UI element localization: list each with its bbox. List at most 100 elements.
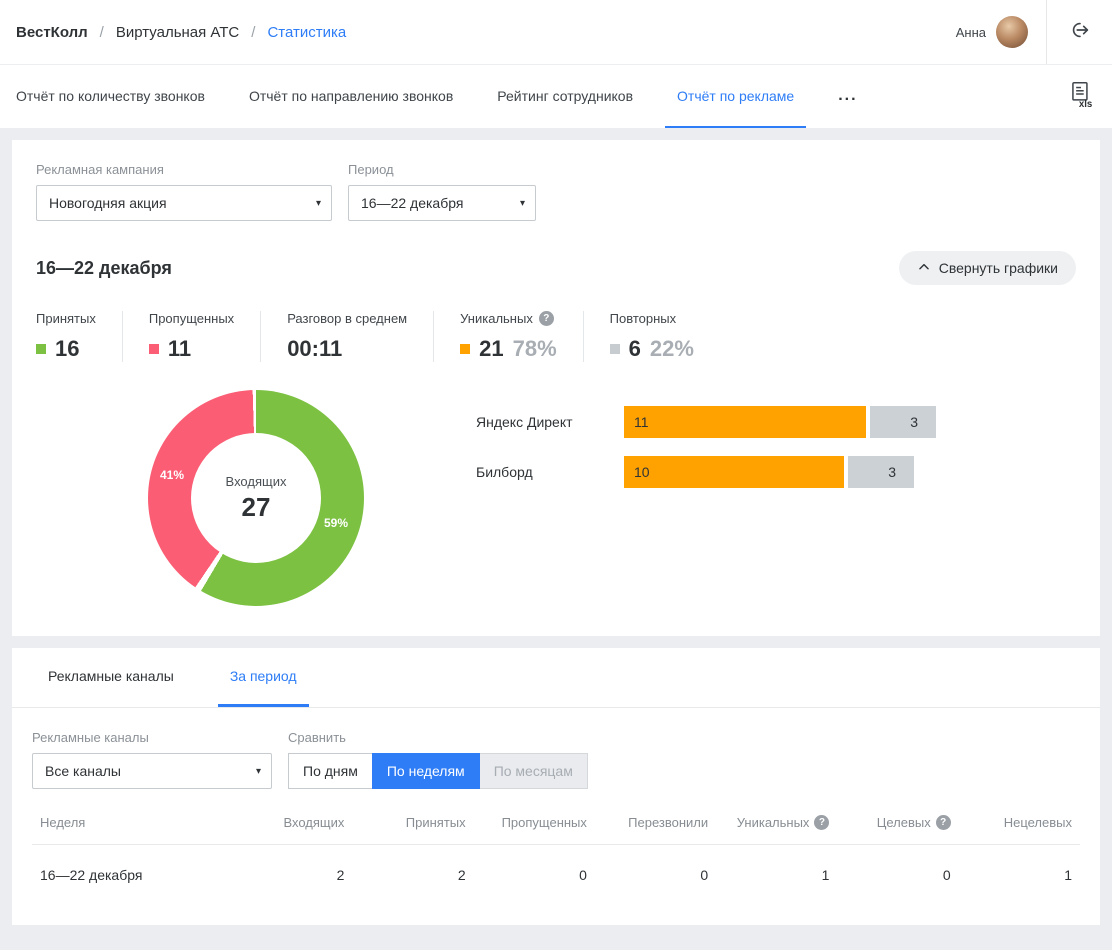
stat-value: 21	[479, 336, 503, 362]
filters-row: Рекламная кампания Новогодняя акция ▾ Пе…	[36, 162, 1076, 221]
col-unique: Уникальных ?	[716, 805, 837, 845]
breadcrumb-item-statistics[interactable]: Статистика	[267, 24, 346, 41]
donut-center: Входящих 27	[191, 433, 321, 563]
period-select-value: 16—22 декабря	[361, 195, 463, 211]
bar-value: 3	[888, 464, 896, 480]
channels-select[interactable]: Все каналы ▾	[32, 753, 272, 789]
compare-by-months-button[interactable]: По месяцам	[479, 753, 588, 789]
cell-targeted: 0	[837, 845, 958, 906]
channels-filter: Рекламные каналы Все каналы ▾	[32, 730, 272, 789]
channels-select-value: Все каналы	[45, 763, 121, 779]
help-icon[interactable]: ?	[539, 311, 554, 326]
chevron-down-icon: ▾	[520, 198, 525, 209]
bar-category-label: Билборд	[476, 464, 624, 480]
chevron-down-icon: ▾	[256, 766, 261, 777]
chevron-down-icon: ▾	[316, 198, 321, 209]
stat-value: 16	[55, 336, 79, 362]
tab-ad-channels[interactable]: Рекламные каналы	[36, 648, 186, 707]
donut-slice-label-missed: 41%	[160, 468, 184, 482]
avatar[interactable]	[996, 16, 1028, 48]
charts-area: 59% 41% Входящих 27 Яндекс Директ 11	[36, 390, 1076, 606]
user-block[interactable]: Анна	[956, 16, 1046, 48]
user-name: Анна	[956, 25, 986, 40]
cell-called-back: 0	[595, 845, 716, 906]
ads-report-card: Рекламная кампания Новогодняя акция ▾ Пе…	[12, 140, 1100, 636]
legend-square-gray	[610, 344, 620, 354]
svg-text:xls: xls	[1079, 99, 1092, 108]
stat-label: Разговор в среднем	[287, 311, 407, 326]
collapse-charts-label: Свернуть графики	[939, 260, 1058, 276]
table-header-row: Неделя Входящих Принятых Пропущенных Пер…	[32, 805, 1080, 845]
stat-percent: 22%	[650, 336, 694, 362]
stat-value: 11	[168, 336, 191, 362]
bar-segment-unique: 10	[624, 456, 844, 488]
bar-chart-area: Яндекс Директ 11 3 Билборд 10	[476, 390, 1076, 606]
section-header-row: 16—22 декабря Свернуть графики	[36, 251, 1076, 285]
page: ВестКолл / Виртуальная АТС / Статистика …	[0, 0, 1112, 950]
col-untargeted: Нецелевых	[959, 805, 1080, 845]
donut-chart-area: 59% 41% Входящих 27	[36, 390, 476, 606]
chevron-up-icon	[917, 260, 931, 277]
stat-label: Уникальных	[460, 311, 533, 326]
stats-row: Принятых 16 Пропущенных 11 Разговор в ср…	[36, 311, 1076, 362]
bar-row: Билборд 10 3	[476, 456, 1076, 488]
stat-percent: 78%	[513, 336, 557, 362]
col-missed: Пропущенных	[474, 805, 595, 845]
cell-missed: 0	[474, 845, 595, 906]
col-week: Неделя	[32, 805, 231, 845]
period-select[interactable]: 16—22 декабря ▾	[348, 185, 536, 221]
bar-category-label: Яндекс Директ	[476, 414, 624, 430]
breadcrumb-item-root[interactable]: ВестКолл	[16, 24, 88, 41]
stat-label: Принятых	[36, 311, 96, 326]
legend-square-orange	[460, 344, 470, 354]
help-icon[interactable]: ?	[814, 815, 829, 830]
donut-chart: 59% 41% Входящих 27	[148, 390, 364, 606]
compare-segmented-control: По дням По неделям По месяцам	[288, 753, 588, 789]
help-icon[interactable]: ?	[936, 815, 951, 830]
stat-avg-talk: Разговор в среднем 00:11	[260, 311, 433, 362]
stat-label: Пропущенных	[149, 311, 234, 326]
table-row: 16—22 декабря 2 2 0 0 1 0 1	[32, 845, 1080, 906]
breadcrumb: ВестКолл / Виртуальная АТС / Статистика	[0, 24, 346, 41]
bar-track: 10 3	[624, 456, 914, 488]
campaign-select-value: Новогодняя акция	[49, 195, 167, 211]
period-filter: Период 16—22 декабря ▾	[348, 162, 536, 221]
tab-call-direction-report[interactable]: Отчёт по направлению звонков	[237, 65, 465, 128]
cell-accepted: 2	[352, 845, 473, 906]
bar-row: Яндекс Директ 11 3	[476, 406, 1076, 438]
col-targeted: Целевых ?	[837, 805, 958, 845]
stat-missed: Пропущенных 11	[122, 311, 260, 362]
bar-value: 3	[910, 414, 918, 430]
compare-control: Сравнить По дням По неделям По месяцам	[288, 730, 588, 789]
campaign-filter: Рекламная кампания Новогодняя акция ▾	[36, 162, 332, 221]
bar-segment-unique: 11	[624, 406, 866, 438]
compare-label: Сравнить	[288, 730, 588, 745]
bar-value: 11	[634, 414, 649, 430]
tabs-more-button[interactable]: ...	[826, 65, 869, 128]
logout-button[interactable]	[1046, 0, 1112, 64]
donut-center-label: Входящих	[226, 474, 287, 489]
export-xls-button[interactable]: xls	[1050, 65, 1112, 128]
period-table: Неделя Входящих Принятых Пропущенных Пер…	[32, 805, 1080, 905]
tab-by-period[interactable]: За период	[218, 648, 309, 707]
bar-track: 11 3	[624, 406, 936, 438]
stat-unique: Уникальных ? 21 78%	[433, 311, 583, 362]
compare-by-weeks-button[interactable]: По неделям	[372, 753, 480, 789]
col-incoming: Входящих	[231, 805, 352, 845]
period-panel-card: Рекламные каналы За период Рекламные кан…	[12, 648, 1100, 925]
tab-employee-rating[interactable]: Рейтинг сотрудников	[485, 65, 645, 128]
logout-icon	[1069, 19, 1091, 46]
bar-value: 10	[634, 464, 650, 480]
col-called-back: Перезвонили	[595, 805, 716, 845]
breadcrumb-separator: /	[251, 24, 255, 41]
compare-by-days-button[interactable]: По дням	[288, 753, 373, 789]
tab-ads-report[interactable]: Отчёт по рекламе	[665, 65, 806, 128]
period-filter-label: Период	[348, 162, 536, 177]
report-tabbar: Отчёт по количеству звонков Отчёт по нап…	[0, 64, 1112, 128]
stat-label: Повторных	[610, 311, 694, 326]
campaign-select[interactable]: Новогодняя акция ▾	[36, 185, 332, 221]
breadcrumb-item-pbx[interactable]: Виртуальная АТС	[116, 24, 239, 41]
collapse-charts-button[interactable]: Свернуть графики	[899, 251, 1076, 285]
tab-call-count-report[interactable]: Отчёт по количеству звонков	[4, 65, 217, 128]
legend-square-green	[36, 344, 46, 354]
